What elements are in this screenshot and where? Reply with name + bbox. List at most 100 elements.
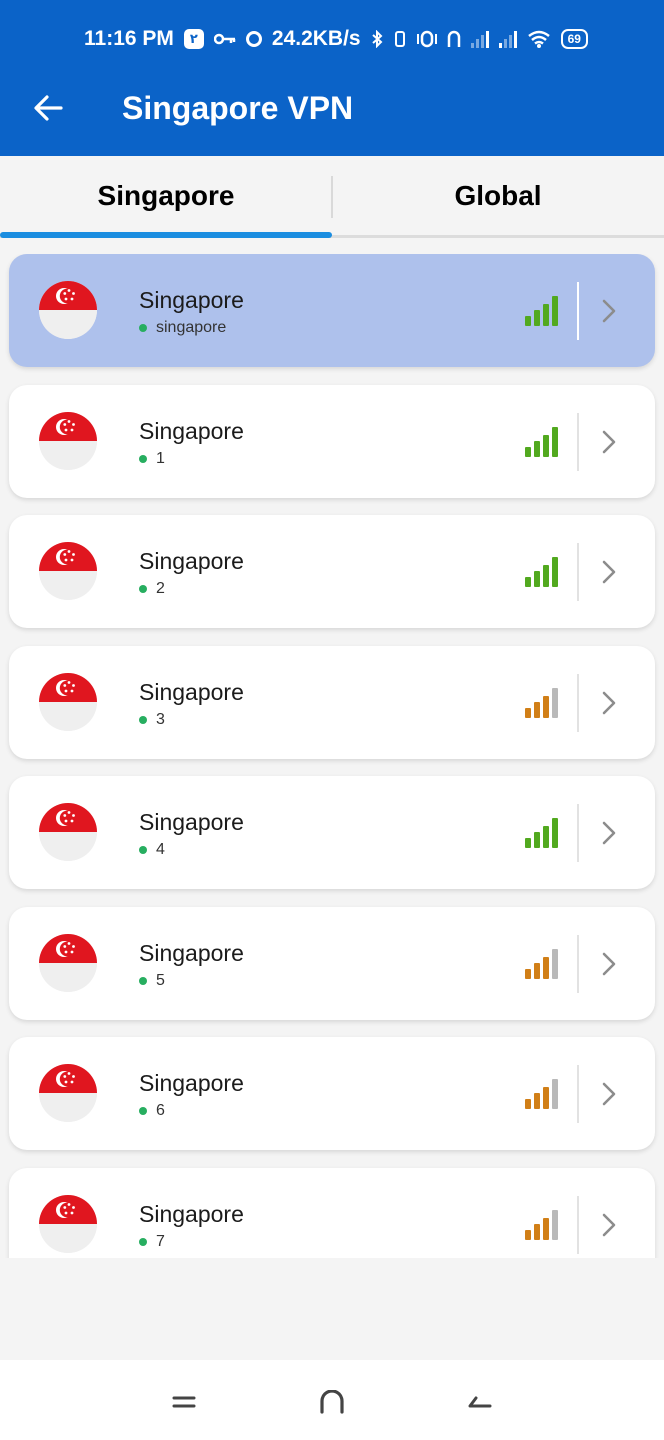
server-location-label: 6 xyxy=(156,1102,165,1119)
server-card[interactable]: Singapore 1 xyxy=(9,385,655,498)
server-location-label: 3 xyxy=(156,711,165,728)
circle-icon xyxy=(245,31,262,47)
server-name: Singapore xyxy=(139,1070,244,1096)
singapore-flag-icon xyxy=(39,1064,97,1122)
status-dot xyxy=(139,1107,147,1115)
app-bar: Singapore VPN xyxy=(0,60,664,156)
server-location-label: 2 xyxy=(156,580,165,597)
server-card[interactable]: Singapore singapore xyxy=(9,254,655,367)
wifi-icon xyxy=(527,30,551,48)
singapore-flag-icon xyxy=(39,1195,97,1253)
status-time: 11:16 PM xyxy=(84,27,174,50)
status-dot xyxy=(139,977,147,985)
server-card[interactable]: Singapore 4 xyxy=(9,776,655,889)
server-list[interactable]: Singapore singapore Singapore 1 Singapor… xyxy=(0,254,664,1258)
status-dot xyxy=(139,1238,147,1246)
server-location-label: singapore xyxy=(156,319,227,336)
signal-strength-icon xyxy=(525,1210,561,1240)
status-dot xyxy=(139,455,147,463)
server-location: 2 xyxy=(139,580,165,598)
chevron-right-icon[interactable] xyxy=(595,816,623,850)
server-name: Singapore xyxy=(139,548,244,574)
status-dot xyxy=(139,716,147,724)
back-icon[interactable] xyxy=(455,1382,503,1422)
network-speed: 24.2KB/s xyxy=(271,27,361,50)
chevron-right-icon[interactable] xyxy=(595,1077,623,1111)
tab-label: Singapore xyxy=(97,179,235,211)
tab-global[interactable]: Global xyxy=(332,156,664,235)
server-card[interactable]: Singapore 5 xyxy=(9,907,655,1020)
signal-strength-icon xyxy=(525,688,561,718)
signal-strength-icon xyxy=(525,818,561,848)
server-card[interactable]: Singapore 7 xyxy=(9,1168,655,1258)
key-icon xyxy=(213,32,236,46)
singapore-flag-icon xyxy=(39,803,97,861)
server-location-label: 4 xyxy=(156,841,165,858)
bluetooth-icon xyxy=(371,30,383,48)
chevron-right-icon[interactable] xyxy=(595,555,623,589)
arrow-left-icon xyxy=(34,95,63,121)
vibrate-icon xyxy=(393,30,407,48)
tab-singapore[interactable]: Singapore xyxy=(0,156,332,238)
server-location-label: 1 xyxy=(156,450,165,467)
status-dot xyxy=(139,585,147,593)
server-name: Singapore xyxy=(139,418,244,444)
server-location: 7 xyxy=(139,1233,165,1251)
tab-label: Global xyxy=(454,179,542,211)
data-icon xyxy=(416,30,437,48)
singapore-flag-icon xyxy=(39,281,97,339)
server-name: Singapore xyxy=(139,679,244,705)
signal-strength-icon xyxy=(525,296,561,326)
page-title: Singapore VPN xyxy=(122,89,354,126)
chevron-right-icon[interactable] xyxy=(595,947,623,981)
signal-strength-icon xyxy=(525,557,561,587)
singapore-flag-icon xyxy=(39,412,97,470)
server-name: Singapore xyxy=(139,809,244,835)
menu-icon[interactable] xyxy=(160,1382,208,1422)
tab-divider xyxy=(331,176,333,218)
status-dot xyxy=(139,324,147,332)
tab-bar: Singapore Global xyxy=(0,156,664,238)
singapore-flag-icon xyxy=(39,542,97,600)
signal-icon xyxy=(498,30,517,48)
signal-strength-icon xyxy=(525,427,561,457)
server-location: 1 xyxy=(139,450,165,468)
server-card[interactable]: Singapore 2 xyxy=(9,515,655,628)
server-location: singapore xyxy=(139,319,226,337)
chevron-right-icon[interactable] xyxy=(595,686,623,720)
signal-strength-icon xyxy=(525,949,561,979)
system-nav-bar xyxy=(0,1360,664,1440)
card-divider xyxy=(577,413,579,471)
server-name: Singapore xyxy=(139,940,244,966)
active-tab-indicator xyxy=(0,232,332,238)
card-divider xyxy=(577,674,579,732)
chevron-right-icon[interactable] xyxy=(595,425,623,459)
hotspot-icon xyxy=(447,30,461,48)
home-icon[interactable] xyxy=(308,1382,356,1422)
back-button[interactable] xyxy=(0,60,96,156)
card-divider xyxy=(577,543,579,601)
card-divider xyxy=(577,804,579,862)
server-card[interactable]: Singapore 6 xyxy=(9,1037,655,1150)
singapore-flag-icon xyxy=(39,673,97,731)
server-location: 5 xyxy=(139,972,165,990)
server-name: Singapore xyxy=(139,287,244,313)
notification-badge-icon: ۲ xyxy=(183,29,204,49)
singapore-flag-icon xyxy=(39,934,97,992)
chevron-right-icon[interactable] xyxy=(595,1208,623,1242)
chevron-right-icon[interactable] xyxy=(595,294,623,328)
server-name: Singapore xyxy=(139,1201,244,1227)
battery-icon: 69 xyxy=(560,29,588,49)
card-divider xyxy=(577,935,579,993)
signal-icon xyxy=(470,30,489,48)
card-divider xyxy=(577,1196,579,1254)
server-location-label: 5 xyxy=(156,972,165,989)
server-location: 6 xyxy=(139,1102,165,1120)
status-dot xyxy=(139,846,147,854)
server-location: 3 xyxy=(139,711,165,729)
card-divider xyxy=(577,1065,579,1123)
server-card[interactable]: Singapore 3 xyxy=(9,646,655,759)
signal-strength-icon xyxy=(525,1079,561,1109)
server-location: 4 xyxy=(139,841,165,859)
server-location-label: 7 xyxy=(156,1233,165,1250)
